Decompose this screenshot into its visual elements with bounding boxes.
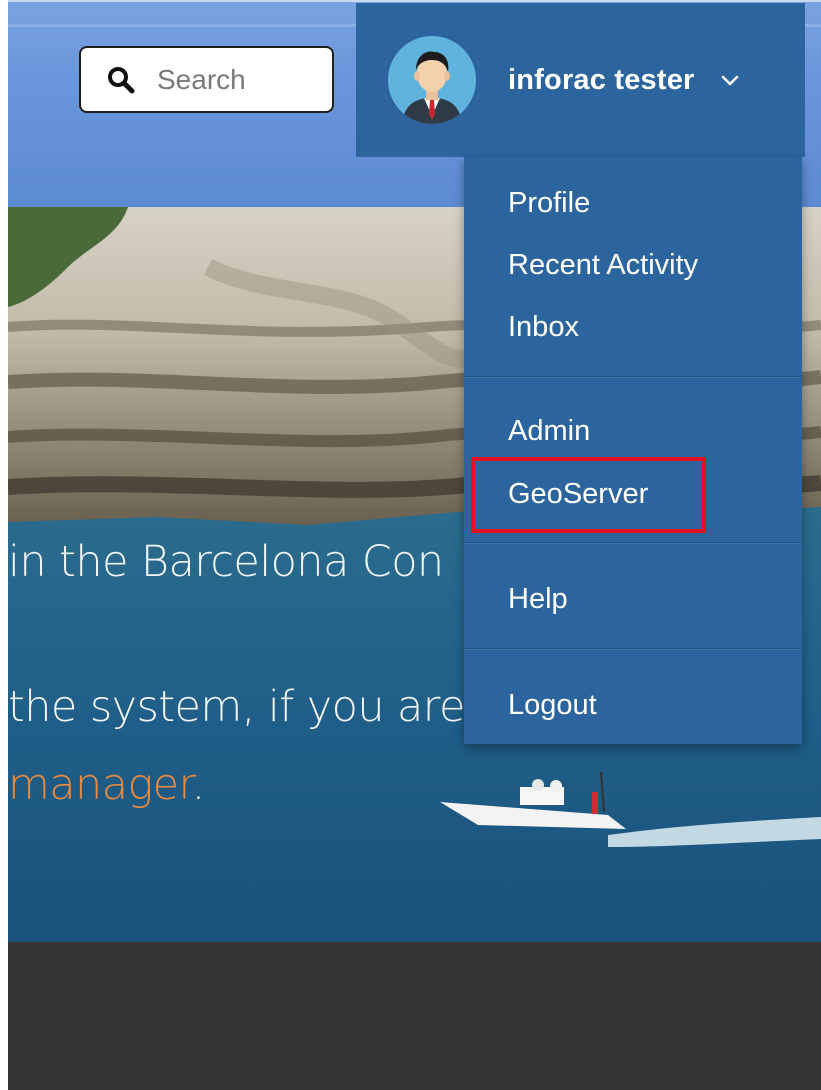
menu-item-profile[interactable]: Profile <box>464 179 802 227</box>
hero-text-line-1: in the Barcelona Con <box>8 537 444 587</box>
user-dropdown-menu: Profile Recent Activity Inbox Admin GeoS… <box>464 157 802 744</box>
manager-link[interactable]: manager <box>8 760 192 810</box>
geoserver-highlight-box <box>471 457 706 533</box>
menu-item-inbox[interactable]: Inbox <box>464 303 802 351</box>
menu-item-help[interactable]: Help <box>464 575 802 623</box>
avatar <box>388 36 476 124</box>
menu-divider <box>464 542 802 544</box>
hero-text-line-3: manager. <box>8 760 205 810</box>
hero-text-line-2: the system, if you are <box>8 682 465 732</box>
menu-item-recent-activity[interactable]: Recent Activity <box>464 241 802 289</box>
search-icon[interactable] <box>107 66 135 94</box>
footer <box>8 942 821 1090</box>
chevron-down-icon[interactable] <box>719 69 741 91</box>
hero-text-period: . <box>191 760 206 810</box>
menu-item-admin[interactable]: Admin <box>464 407 802 455</box>
menu-divider <box>464 648 802 650</box>
user-name: inforac tester <box>508 63 695 96</box>
menu-item-logout[interactable]: Logout <box>464 681 802 729</box>
menu-divider <box>464 376 802 378</box>
search-box[interactable]: Search <box>79 46 334 113</box>
user-menu-button[interactable]: inforac tester <box>356 3 805 157</box>
search-placeholder: Search <box>157 63 246 95</box>
